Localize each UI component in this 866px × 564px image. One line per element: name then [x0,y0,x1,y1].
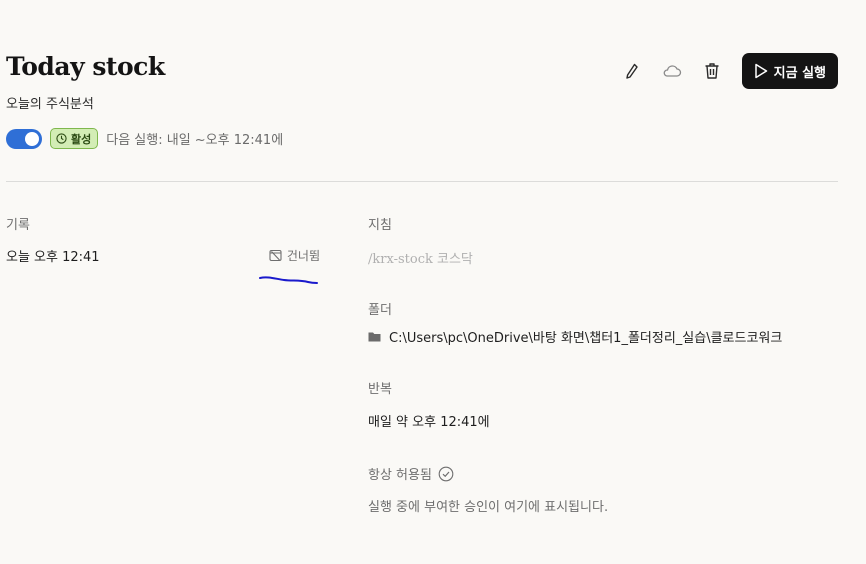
folder-icon [368,332,381,342]
annotation-scribble [259,276,318,284]
routine-detail-page: Today stock 오늘의 주식분석 지금 실행 활성 다음 실행: 내일 … [0,0,866,564]
status-badge: 활성 [50,128,99,149]
toggle-knob [25,131,39,146]
always-allowed-row: 항상 허용됨 [368,464,454,483]
folder-path: C:\Users\pc\OneDrive\바탕 화면\챕터1_폴더정리_실습\클… [389,331,783,346]
status-badge-label: 활성 [71,132,92,146]
skipped-icon [269,249,282,262]
clock-icon [56,133,67,144]
trash-icon [705,63,719,79]
run-now-label: 지금 실행 [773,65,826,81]
always-allowed-label: 항상 허용됨 [368,468,432,483]
run-now-button[interactable]: 지금 실행 [741,53,838,89]
play-icon [754,63,767,79]
cloud-button[interactable] [652,53,692,89]
check-circle-icon [438,466,454,481]
next-run-text: 다음 실행: 내일 ~오후 12:41에 [106,133,284,148]
prompt-label: 지침 [368,218,392,233]
permission-description: 실행 중에 부여한 승인이 여기에 표시됩니다. [368,500,609,515]
page-title: Today stock [6,52,165,81]
repeat-text: 매일 약 오후 12:41에 [368,415,490,430]
history-item-time: 오늘 오후 12:41 [6,250,100,265]
enable-toggle[interactable] [6,128,42,149]
history-item[interactable]: 오늘 오후 12:41 건너뜀 [6,246,324,265]
cloud-icon [663,65,681,77]
section-divider [6,181,838,182]
history-item-status-label: 건너뜀 [286,249,320,263]
page-subtitle: 오늘의 주식분석 [6,97,94,112]
repeat-label: 반복 [368,382,392,397]
delete-button[interactable] [692,53,732,89]
status-row: 활성 다음 실행: 내일 ~오후 12:41에 [6,128,283,149]
edit-button[interactable] [612,53,652,89]
folder-label: 폴더 [368,303,392,318]
prompt-text: /krx-stock 코스닥 [368,252,473,267]
pencil-icon [625,63,638,79]
history-item-status: 건너뜀 [269,247,320,264]
toolbar: 지금 실행 [612,53,838,89]
folder-path-row[interactable]: C:\Users\pc\OneDrive\바탕 화면\챕터1_폴더정리_실습\클… [368,327,782,346]
history-label: 기록 [6,218,30,233]
